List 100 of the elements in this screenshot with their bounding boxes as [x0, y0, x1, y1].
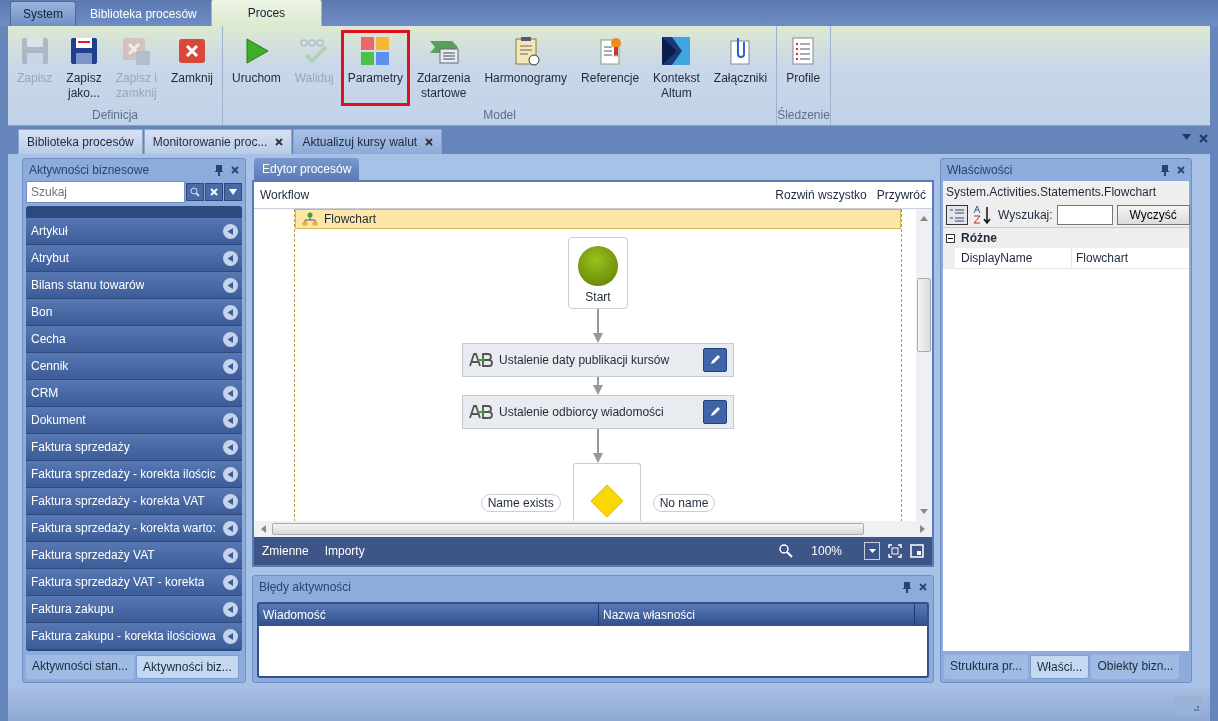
close-icon[interactable]: [1177, 166, 1185, 174]
search-field[interactable]: Szukaj: [26, 181, 185, 203]
ribbon-button[interactable]: Uruchom: [225, 30, 288, 106]
edit-button[interactable]: [703, 400, 727, 424]
panel-tab[interactable]: Aktywności biz...: [136, 655, 239, 679]
activity-category[interactable]: Faktura sprzedaży - korekta warto:: [26, 515, 242, 541]
activity-category[interactable]: Cennik: [26, 353, 242, 379]
zoom-level: 100%: [811, 544, 842, 558]
panel-title: Aktywności biznesowe: [29, 163, 150, 177]
flowchart-title: Flowchart: [324, 212, 376, 226]
horizontal-scrollbar[interactable]: [254, 521, 932, 537]
zoom-icon[interactable]: [779, 544, 794, 558]
ribbon-button[interactable]: Kontekst Altum: [646, 30, 707, 106]
close-icon[interactable]: [919, 583, 927, 591]
activity-category[interactable]: Faktura sprzedaży - korekta VAT: [26, 488, 242, 514]
scroll-thumb[interactable]: [272, 523, 864, 535]
ribbon-button[interactable]: Referencje: [574, 30, 647, 106]
close-icon[interactable]: [275, 138, 284, 146]
panel-tab[interactable]: Właści...: [1030, 655, 1090, 679]
connector-arrow: [592, 309, 604, 343]
expand-icon: [223, 277, 238, 293]
clear-button[interactable]: [205, 183, 223, 201]
activity-category[interactable]: Faktura sprzedaży VAT - korekta: [26, 569, 242, 595]
ribbon-button[interactable]: Załączniki: [706, 30, 775, 106]
ribbon-tab[interactable]: System: [10, 1, 76, 26]
activity-category[interactable]: CRM: [26, 380, 242, 406]
dropdown-icon[interactable]: [1182, 134, 1191, 140]
editor-link[interactable]: Zmienne: [262, 544, 309, 558]
resize-grip-icon[interactable]: [1174, 696, 1202, 714]
activity-category[interactable]: Faktura zakupu - korekta ilościowa: [26, 623, 242, 649]
editor-tab[interactable]: Edytor procesów: [254, 158, 360, 180]
expand-icon: [223, 358, 238, 374]
panel-tab[interactable]: Struktura pr...: [944, 655, 1029, 679]
clear-button[interactable]: Wyczyść: [1116, 205, 1190, 225]
caret-icon: [868, 549, 876, 553]
scroll-right-icon[interactable]: [918, 525, 926, 533]
expand-icon: [223, 385, 238, 401]
activity-category[interactable]: Dokument: [26, 407, 242, 433]
activity-node[interactable]: Ustalenie daty publikacji kursów: [462, 343, 734, 377]
ribbon-tab[interactable]: Proces: [210, 0, 323, 26]
pin-icon[interactable]: [903, 581, 911, 593]
assign-icon: [469, 353, 493, 367]
sort-alphabetical-icon[interactable]: [972, 205, 994, 225]
activity-category[interactable]: Bilans stanu towarów: [26, 272, 242, 298]
panel-tab[interactable]: Aktywności stan...: [26, 655, 135, 679]
close-icon[interactable]: [425, 138, 434, 146]
property-row[interactable]: DisplayName Flowchart: [943, 248, 1189, 269]
column-header[interactable]: Wiadomość: [259, 604, 599, 626]
column-header[interactable]: Nazwa własności: [599, 604, 915, 626]
activity-category[interactable]: Bon: [26, 299, 242, 325]
pin-icon[interactable]: [215, 164, 223, 176]
start-node[interactable]: Start: [568, 237, 628, 309]
expand-icon: [223, 439, 238, 455]
activity-category[interactable]: Faktura sprzedaży - korekta ilościc: [26, 461, 242, 487]
breadcrumb[interactable]: Workflow: [260, 188, 310, 202]
activity-label: Ustalenie odbiorcy wiadomości: [499, 405, 665, 419]
scroll-thumb[interactable]: [917, 278, 931, 352]
fit-icon[interactable]: [888, 544, 902, 558]
panel-tab[interactable]: Obiekty bizn...: [1091, 655, 1180, 679]
toolbar-link[interactable]: Przywróć: [876, 188, 926, 202]
document-tab[interactable]: Monitorowanie proc...: [143, 129, 293, 154]
activity-category[interactable]: Faktura sprzedaży VAT: [26, 542, 242, 568]
expand-icon: [223, 466, 238, 482]
categorized-icon[interactable]: [946, 205, 968, 225]
activity-node[interactable]: Ustalenie odbiorcy wiadomości: [462, 395, 734, 429]
ribbon-button[interactable]: Zapisz jako...: [59, 30, 109, 106]
overview-icon[interactable]: [910, 544, 924, 558]
collapse-icon[interactable]: [946, 233, 955, 243]
activity-category[interactable]: Atrybut: [26, 245, 242, 271]
toolbar-link[interactable]: Rozwiń wszystko: [775, 188, 867, 202]
activity-category[interactable]: Cecha: [26, 326, 242, 352]
editor-link[interactable]: Importy: [324, 544, 365, 558]
ribbon-button[interactable]: Parametry: [340, 30, 410, 106]
document-tab[interactable]: Biblioteka procesów: [18, 129, 143, 154]
document-tab[interactable]: Aktualizuj kursy walut: [293, 129, 443, 154]
expand-icon: [223, 223, 238, 239]
ribbon-tab[interactable]: Biblioteka procesów: [78, 2, 209, 26]
activity-category[interactable]: Artykuł: [26, 218, 242, 244]
dropdown-button[interactable]: [224, 183, 242, 201]
edit-button[interactable]: [703, 348, 727, 372]
vertical-scrollbar[interactable]: [916, 209, 932, 521]
scroll-left-icon[interactable]: [260, 525, 268, 533]
close-icon[interactable]: [231, 166, 239, 174]
activity-category[interactable]: Faktura sprzedaży: [26, 434, 242, 460]
object-type: System.Activities.Statements.Flowchart: [943, 181, 1189, 203]
ribbon-button[interactable]: Zamknij: [164, 30, 221, 106]
ribbon-button[interactable]: Harmonogramy: [477, 30, 575, 106]
ribbon-button[interactable]: Zdarzenia startowe: [410, 30, 478, 106]
pin-icon[interactable]: [1161, 164, 1169, 176]
property-value[interactable]: Flowchart: [1072, 248, 1189, 268]
category-label: Różne: [961, 231, 997, 245]
panel-title: Właściwości: [947, 163, 1013, 177]
ribbon-button[interactable]: Profile: [779, 30, 828, 106]
activity-category[interactable]: Faktura zakupu: [26, 596, 242, 622]
zoom-dropdown[interactable]: [864, 542, 880, 560]
scroll-up-icon[interactable]: [920, 215, 928, 223]
start-circle: [578, 246, 618, 286]
search-field[interactable]: [1056, 205, 1113, 225]
scroll-down-icon[interactable]: [920, 507, 928, 515]
search-button[interactable]: [186, 183, 204, 201]
